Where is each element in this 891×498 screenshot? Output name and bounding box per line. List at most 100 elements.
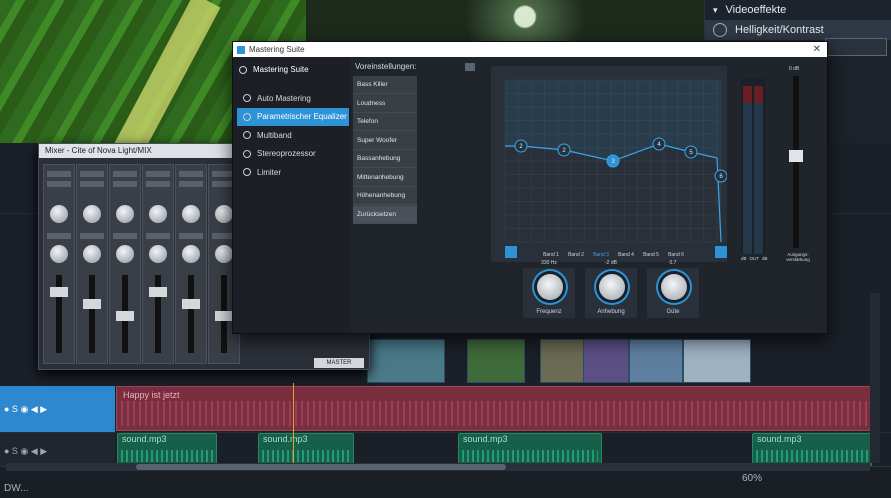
knob-label: Frequenz xyxy=(536,309,562,315)
knob-control[interactable] xyxy=(537,274,563,300)
gain-knob[interactable] xyxy=(149,245,167,263)
fx-button[interactable] xyxy=(113,233,137,239)
fx-button[interactable] xyxy=(47,233,71,239)
audio-clip[interactable]: sound.mp3 xyxy=(258,433,354,467)
eq-band-label[interactable]: Band 5 xyxy=(643,252,659,258)
clip-thumbnail[interactable] xyxy=(629,339,683,383)
fx-button[interactable] xyxy=(80,233,104,239)
fx-button[interactable] xyxy=(179,233,203,239)
mixer-channel-strip xyxy=(76,164,108,364)
preset-item[interactable]: Telefon xyxy=(353,113,417,131)
brightness-icon xyxy=(713,23,727,37)
eq-band-node[interactable]: 4 xyxy=(652,137,666,151)
knob-value: 330 Hz xyxy=(541,260,557,266)
pan-knob[interactable] xyxy=(50,205,68,223)
close-button[interactable]: ✕ xyxy=(813,42,821,57)
eq-graph[interactable]: 2 2 3 4 5 6 Band 1 Band 2 Band 3 Band 4 Band 5 Band… xyxy=(491,66,727,262)
eq-band-label[interactable]: Band 4 xyxy=(618,252,634,258)
knob-control[interactable] xyxy=(599,274,625,300)
effect-value-field[interactable] xyxy=(825,38,887,56)
preset-item[interactable]: Bassanhebung xyxy=(353,150,417,168)
eq-band-node[interactable]: 2 xyxy=(557,143,571,157)
preset-menu-icon[interactable] xyxy=(465,63,475,71)
effects-item-videoeffekte[interactable]: ▾ Videoeffekte xyxy=(705,0,891,20)
suite-nav-item[interactable]: Auto Mastering xyxy=(237,89,349,107)
vertical-scrollbar[interactable] xyxy=(870,293,880,463)
meter-right xyxy=(754,86,763,254)
eq-band-label[interactable]: Band 3 xyxy=(593,252,609,258)
gain-knob[interactable] xyxy=(215,245,233,263)
fader-handle[interactable] xyxy=(182,299,200,309)
audio-clip[interactable]: sound.mp3 xyxy=(458,433,602,467)
preset-item[interactable]: Zurücksetzen xyxy=(353,205,417,224)
fader-handle[interactable] xyxy=(215,311,233,321)
mixer-channel-strip xyxy=(142,164,174,364)
gain-knob[interactable] xyxy=(50,245,68,263)
mute-button[interactable] xyxy=(146,171,170,177)
meter-left xyxy=(743,86,752,254)
eq-band-label[interactable]: Band 6 xyxy=(668,252,684,258)
suite-titlebar: Mastering Suite ✕ xyxy=(233,42,827,57)
fx-button[interactable] xyxy=(146,233,170,239)
eq-band-label[interactable]: Band 2 xyxy=(568,252,584,258)
output-fader-handle[interactable] xyxy=(789,150,803,162)
eq-knob-frequenz[interactable]: Frequenz 330 Hz xyxy=(523,260,575,318)
clip-thumbnail[interactable] xyxy=(540,339,584,383)
pan-knob[interactable] xyxy=(182,205,200,223)
pan-knob[interactable] xyxy=(149,205,167,223)
preset-item[interactable]: Höhenanhebung xyxy=(353,187,417,205)
mute-button[interactable] xyxy=(47,171,71,177)
audio-clip[interactable]: sound.mp3 xyxy=(752,433,872,467)
track-header-music[interactable]: ● S ◉ ◀ ▶ xyxy=(0,386,115,432)
clip-thumbnail[interactable] xyxy=(583,339,629,383)
fader-handle[interactable] xyxy=(83,299,101,309)
solo-button[interactable] xyxy=(146,181,170,187)
clip-thumbnail[interactable] xyxy=(683,339,751,383)
audio-clip[interactable]: sound.mp3 xyxy=(117,433,217,467)
zoom-level[interactable]: 60% xyxy=(742,473,762,484)
eq-band-label[interactable]: Band 1 xyxy=(543,252,559,258)
suite-nav-item[interactable]: Limiter xyxy=(237,163,349,181)
eq-prev-button[interactable] xyxy=(505,246,517,258)
fader-handle[interactable] xyxy=(149,287,167,297)
mute-button[interactable] xyxy=(80,171,104,177)
eq-band-node[interactable]: 3 xyxy=(606,154,620,168)
suite-nav-item[interactable]: Parametrischer Equalizer xyxy=(237,107,349,126)
preset-item[interactable]: Loudness xyxy=(353,95,417,113)
pan-knob[interactable] xyxy=(215,205,233,223)
pan-knob[interactable] xyxy=(83,205,101,223)
gain-knob[interactable] xyxy=(116,245,134,263)
pan-knob[interactable] xyxy=(116,205,134,223)
preset-item[interactable]: Mittenanhebung xyxy=(353,169,417,187)
suite-header: Mastering Suite xyxy=(239,65,309,74)
effects-item-helligkeit[interactable]: Helligkeit/Kontrast xyxy=(705,20,891,40)
fader-handle[interactable] xyxy=(116,311,134,321)
meter-labels: dB OUT dB xyxy=(741,256,768,261)
suite-nav-item[interactable]: Multiband xyxy=(237,126,349,144)
fader-handle[interactable] xyxy=(50,287,68,297)
eq-next-button[interactable] xyxy=(715,246,727,258)
eq-knob-anhebung[interactable]: Anhebung -2 dB xyxy=(585,260,637,318)
clip-thumbnail[interactable] xyxy=(467,339,525,383)
solo-button[interactable] xyxy=(113,181,137,187)
solo-button[interactable] xyxy=(179,181,203,187)
solo-button[interactable] xyxy=(47,181,71,187)
mute-button[interactable] xyxy=(113,171,137,177)
clip-thumbnail[interactable] xyxy=(367,339,445,383)
solo-button[interactable] xyxy=(80,181,104,187)
eq-band-node[interactable]: 5 xyxy=(684,145,698,159)
horizontal-scrollbar[interactable] xyxy=(6,463,870,471)
fader-track xyxy=(188,275,194,353)
preset-item[interactable]: Super Woofer xyxy=(353,132,417,150)
gain-knob[interactable] xyxy=(83,245,101,263)
knob-control[interactable] xyxy=(661,274,687,300)
mute-button[interactable] xyxy=(179,171,203,177)
eq-band-node[interactable]: 6 xyxy=(714,169,727,183)
eq-band-node[interactable]: 2 xyxy=(514,139,528,153)
eq-knob-güte[interactable]: Güte 0.7 xyxy=(647,260,699,318)
gain-knob[interactable] xyxy=(182,245,200,263)
suite-nav-item[interactable]: Stereoprozessor xyxy=(237,145,349,163)
playhead[interactable] xyxy=(293,383,294,473)
music-clip[interactable]: Happy ist jetzt xyxy=(116,386,873,431)
preset-item[interactable]: Bass Killer xyxy=(353,76,417,94)
